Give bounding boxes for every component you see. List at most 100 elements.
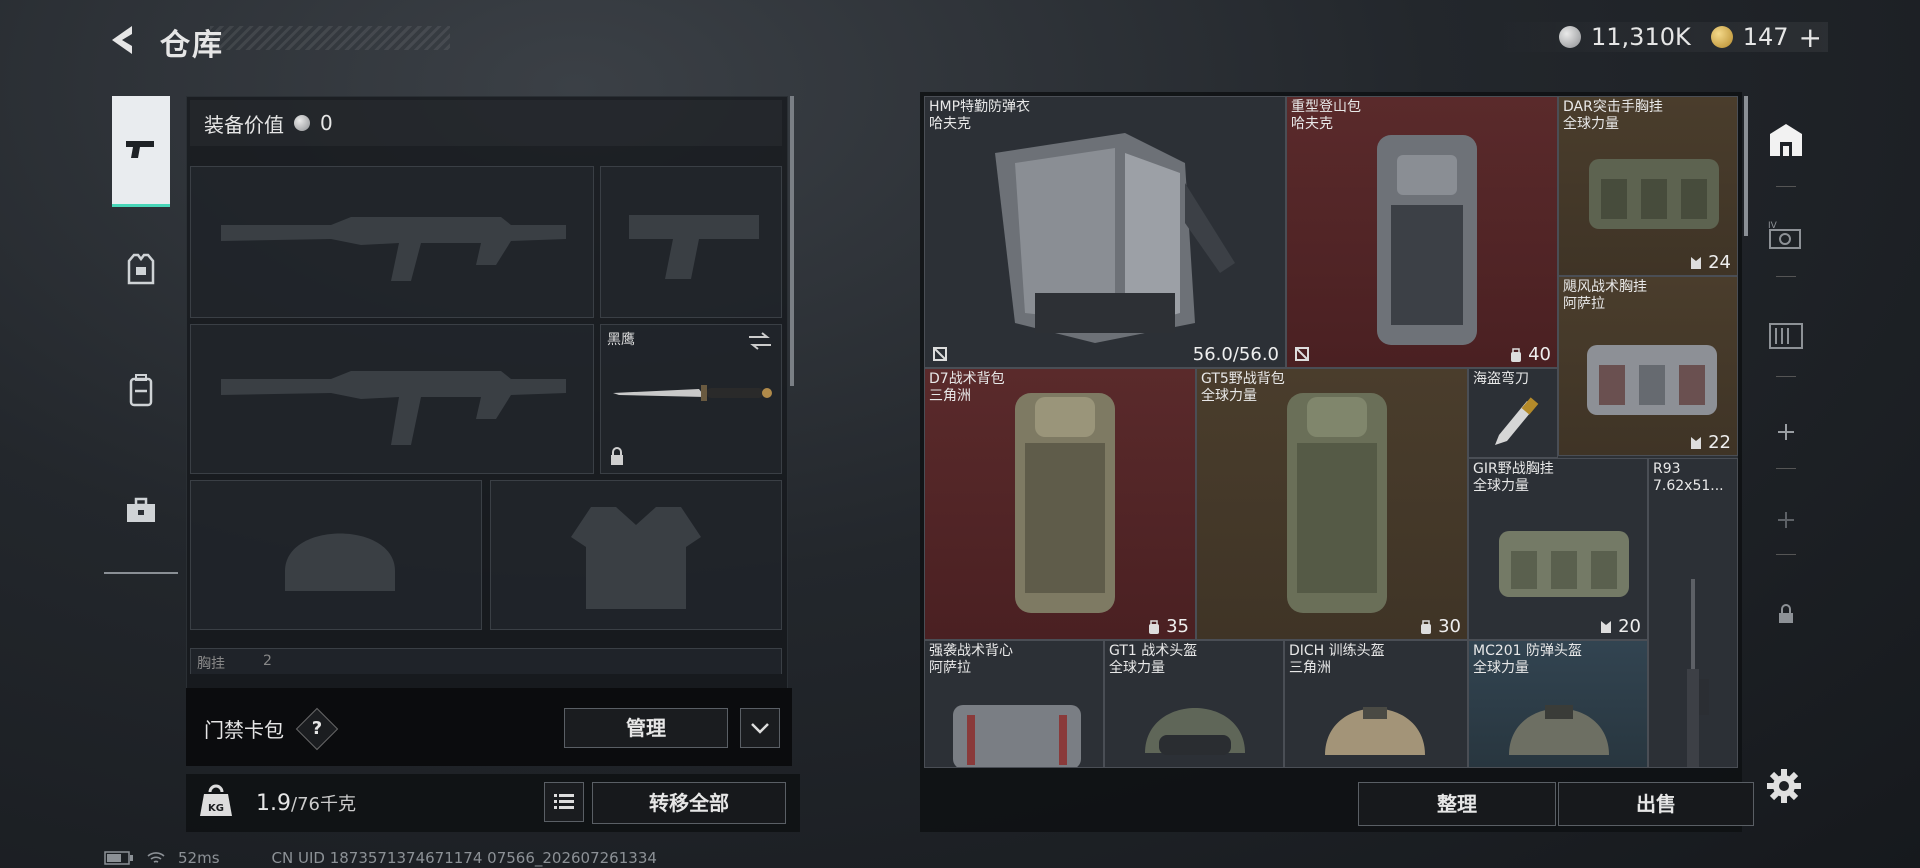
transfer-all-button[interactable]: 转移全部 <box>592 782 786 824</box>
item-hmp-vest[interactable]: HMP特勤防弹衣 哈夫克 56.0/56.0 <box>924 96 1286 368</box>
locked-storage-slot[interactable] <box>1766 594 1806 634</box>
rail-tab-storage[interactable] <box>1766 314 1806 354</box>
primary-weapon-slot[interactable] <box>190 166 594 318</box>
chevron-down-icon <box>751 723 769 734</box>
tidy-button[interactable]: 整理 <box>1358 782 1556 826</box>
helmet-silhouette-icon <box>285 533 395 591</box>
tab-tools[interactable] <box>112 456 170 564</box>
item-origin: 哈夫克 <box>1291 116 1333 132</box>
gold-amount: 147 <box>1742 23 1789 51</box>
backpack-image <box>1287 393 1387 613</box>
warehouse-icon <box>1770 124 1802 156</box>
loadout-scrollbar[interactable] <box>790 96 794 386</box>
primary-weapon-slot-2[interactable] <box>190 324 594 474</box>
pistol-silhouette-icon <box>629 215 759 279</box>
lock-icon <box>611 447 623 465</box>
container-iv-icon: IV <box>1768 221 1801 249</box>
item-name: 飓风战术胸挂 <box>1563 279 1647 295</box>
capacity-icon <box>1511 347 1522 362</box>
rig-capacity-icon <box>1691 436 1702 449</box>
battery-icon <box>104 851 133 865</box>
body-armor-image <box>995 133 1235 343</box>
item-origin: 三角洲 <box>1289 660 1331 676</box>
item-gir-rig[interactable]: GIR野战胸挂 全球力量 20 <box>1468 458 1648 640</box>
expand-dropdown-button[interactable] <box>740 708 780 748</box>
tab-backpack[interactable] <box>112 336 170 444</box>
weight-readout: 1.9/76千克 <box>256 790 356 816</box>
item-name: R93 <box>1653 461 1681 477</box>
item-gt1-helmet[interactable]: GT1 战术头盔 全球力量 <box>1104 640 1284 768</box>
secondary-weapon-slot[interactable] <box>600 166 782 318</box>
chest-rig-image <box>1499 531 1629 597</box>
tab-armor[interactable] <box>112 216 170 324</box>
melee-name: 黑鹰 <box>607 332 635 348</box>
item-d7-backpack[interactable]: D7战术背包 三角洲 35 <box>924 368 1196 640</box>
add-storage-button[interactable] <box>1766 412 1806 452</box>
page-title: 仓库 <box>160 28 224 63</box>
item-dar-rig[interactable]: DAR突击手胸挂 全球力量 24 <box>1558 96 1738 276</box>
currency-bar: 11,310K 147 + <box>1490 21 1828 54</box>
list-icon <box>554 794 574 809</box>
rig-slot[interactable]: 胸挂 2 <box>190 648 782 674</box>
help-icon: ? <box>311 718 323 739</box>
plus-icon <box>1778 424 1794 440</box>
title-decoration <box>210 26 450 50</box>
helmet-image <box>1325 707 1425 755</box>
rifle-silhouette-icon <box>221 217 566 281</box>
storage-grid: HMP特勤防弹衣 哈夫克 56.0/56.0 重型登山包 哈夫克 40 DAR突击手… <box>924 96 1738 768</box>
durability-icon <box>933 347 947 361</box>
item-gt5-backpack[interactable]: GT5野战背包 全球力量 30 <box>1196 368 1468 640</box>
armor-vest-icon <box>127 253 155 285</box>
manage-button[interactable]: 管理 <box>564 708 728 748</box>
item-origin: 阿萨拉 <box>929 660 971 676</box>
item-pirate-cutlass[interactable]: 海盗弯刀 <box>1468 368 1558 458</box>
item-assault-vest[interactable]: 强袭战术背心 阿萨拉 <box>924 640 1104 768</box>
item-name: MC201 防弹头盔 <box>1473 643 1583 659</box>
plus-icon <box>1778 512 1794 528</box>
helmet-image <box>1509 705 1609 755</box>
rig-label: 胸挂 <box>197 656 225 672</box>
helmet-slot[interactable] <box>190 480 482 630</box>
item-name: 强袭战术背心 <box>929 643 1013 659</box>
rail-tab-iv[interactable]: IV <box>1766 216 1806 256</box>
chest-rig-image <box>1587 345 1717 415</box>
helmet-image <box>1145 708 1245 755</box>
durability-icon <box>1295 347 1309 361</box>
armor-slot[interactable] <box>490 480 782 630</box>
capacity-icon <box>1421 619 1432 634</box>
item-hurricane-rig[interactable]: 飓风战术胸挂 阿萨拉 22 <box>1558 276 1738 456</box>
item-name: GT1 战术头盔 <box>1109 643 1198 659</box>
rig-capacity-icon <box>1691 256 1702 269</box>
storage-box-icon <box>1769 323 1803 349</box>
weight-max: /76千克 <box>291 794 356 815</box>
swap-icon[interactable] <box>747 331 773 351</box>
item-heavy-backpack[interactable]: 重型登山包 哈夫克 40 <box>1286 96 1558 368</box>
item-origin: 7.62x51... <box>1653 478 1724 494</box>
pistol-icon <box>126 141 154 158</box>
equipment-value: 装备价值 0 <box>190 100 782 146</box>
storage-rail: IV <box>1758 92 1814 768</box>
access-card-label: 门禁卡包 <box>204 718 284 742</box>
chest-rig-image <box>1589 159 1719 229</box>
settings-gear-icon[interactable] <box>1764 766 1804 806</box>
help-button[interactable]: ? <box>295 707 339 751</box>
tab-weapons[interactable] <box>112 96 170 207</box>
rail-warehouse[interactable] <box>1766 120 1806 160</box>
storage-scrollbar[interactable] <box>1744 96 1748 236</box>
item-origin: 全球力量 <box>1109 660 1165 676</box>
add-currency-button[interactable]: + <box>1799 21 1822 54</box>
equipment-value-label: 装备价值 <box>204 112 284 137</box>
capacity-bar: KG 1.9/76千克 转移全部 <box>186 774 800 832</box>
sell-button[interactable]: 出售 <box>1558 782 1754 826</box>
equipment-value-amount: 0 <box>320 111 333 135</box>
list-view-button[interactable] <box>544 782 584 822</box>
add-storage-button-disabled[interactable] <box>1766 500 1806 540</box>
melee-slot[interactable]: 黑鹰 <box>600 324 782 474</box>
silver-coin-icon <box>1559 26 1581 48</box>
item-mc201-helmet[interactable]: MC201 防弹头盔 全球力量 <box>1468 640 1648 768</box>
item-dich-helmet[interactable]: DICH 训练头盔 三角洲 <box>1284 640 1468 768</box>
svg-text:KG: KG <box>208 803 224 814</box>
item-r93-rifle[interactable]: R93 7.62x51... <box>1648 458 1738 768</box>
back-arrow-icon[interactable] <box>104 22 140 58</box>
item-origin: 阿萨拉 <box>1563 296 1605 312</box>
